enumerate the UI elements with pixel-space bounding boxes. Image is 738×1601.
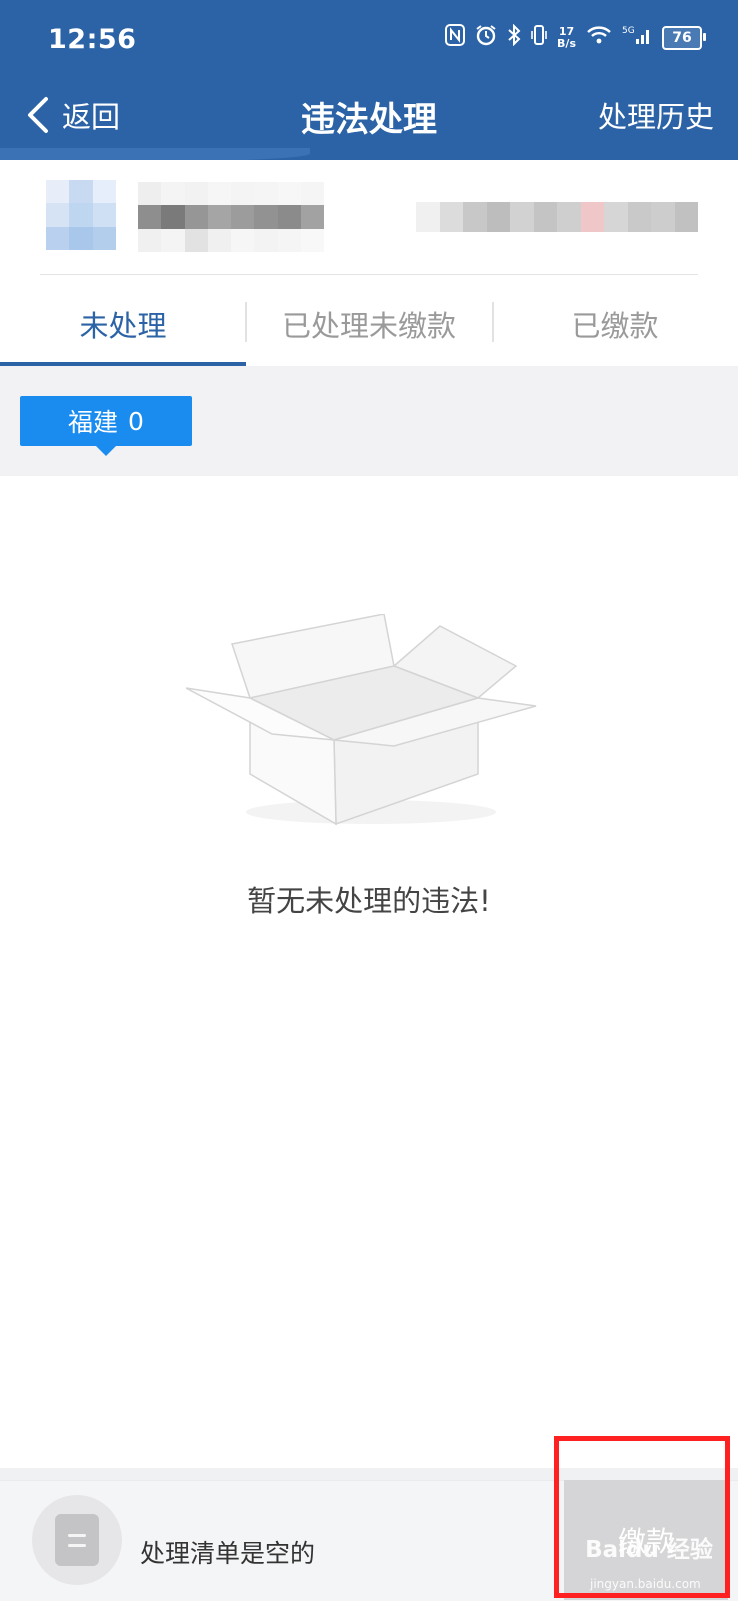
- province-count: 0: [128, 406, 144, 436]
- cart-status: 处理清单是空的: [140, 1539, 316, 1568]
- back-label: 返回: [62, 100, 121, 134]
- vehicle-info: [0, 160, 738, 280]
- signal-icon: 5G: [622, 24, 652, 51]
- empty-box-illustration: [186, 614, 537, 826]
- tab-paid[interactable]: 已缴款: [492, 282, 738, 366]
- empty-message: 暂无未处理的违法!: [247, 884, 491, 918]
- owner-name-blurred: [138, 182, 324, 252]
- chevron-left-icon: [28, 97, 48, 133]
- tab-divider: [245, 302, 247, 342]
- plate-number-blurred: [416, 202, 698, 232]
- battery-indicator: 76: [662, 25, 706, 50]
- net-speed-value: 17: [558, 24, 575, 38]
- status-icons: 17 B/s 5G 76: [445, 23, 706, 51]
- network-type: 5G: [622, 26, 635, 36]
- vibrate-icon: [531, 24, 547, 51]
- alarm-icon: [475, 24, 497, 51]
- wifi-icon: [586, 25, 612, 50]
- cart-button[interactable]: [32, 1495, 122, 1585]
- avatar: [46, 180, 116, 250]
- net-speed-unit: B/s: [557, 36, 576, 50]
- net-speed: 17 B/s: [557, 24, 576, 50]
- bluetooth-icon: [507, 23, 521, 51]
- province-chip[interactable]: 福建 0: [20, 396, 192, 456]
- back-button[interactable]: 返回: [22, 94, 120, 136]
- status-time: 12:56: [48, 24, 137, 55]
- status-bar: 12:56 17 B/s 5G 76: [0, 0, 738, 82]
- province-name: 福建: [68, 408, 119, 437]
- status-tabs: 未处理 已处理未缴款 已缴款: [0, 282, 738, 366]
- list-icon: [55, 1514, 99, 1566]
- tab-unprocessed[interactable]: 未处理: [0, 282, 246, 366]
- tab-divider: [492, 302, 494, 342]
- tab-processed-unpaid[interactable]: 已处理未缴款: [246, 282, 492, 366]
- pay-button[interactable]: 缴款: [564, 1480, 728, 1600]
- divider: [40, 274, 698, 275]
- history-button[interactable]: 处理历史: [598, 94, 714, 136]
- province-filter-bar: 福建 0: [0, 366, 738, 476]
- nav-bar: 返回 违法处理 处理历史: [0, 82, 738, 152]
- nfc-icon: [445, 24, 466, 51]
- battery-level: 76: [672, 29, 692, 46]
- app-header: 12:56 17 B/s 5G 76 返回 违法处理 处理历史: [0, 0, 738, 162]
